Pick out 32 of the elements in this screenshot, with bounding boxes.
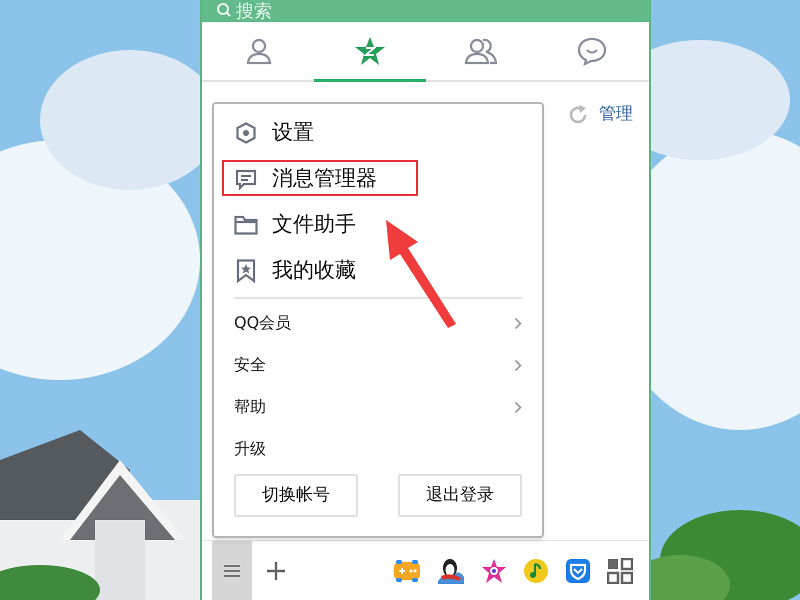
chevron-right-icon xyxy=(514,358,522,372)
menu-item[interactable]: 消息管理器 xyxy=(234,163,377,195)
menu-item[interactable]: 设置 xyxy=(234,117,314,149)
chevron-right-icon xyxy=(514,316,522,330)
shield-icon[interactable] xyxy=(565,558,591,584)
menu-item[interactable]: 文件助手 xyxy=(234,209,356,241)
menu-item[interactable]: 安全 xyxy=(214,344,542,386)
search-icon xyxy=(216,3,232,19)
game-icon[interactable] xyxy=(393,558,421,582)
flower-icon[interactable] xyxy=(481,558,507,584)
chat-icon xyxy=(576,36,608,66)
penguin-icon[interactable] xyxy=(437,556,465,584)
menu-item[interactable]: 帮助 xyxy=(214,386,542,428)
menu-item[interactable]: QQ会员 xyxy=(214,302,542,344)
plus-icon[interactable] xyxy=(266,560,286,580)
grid-icon[interactable] xyxy=(607,558,633,584)
settings-icon xyxy=(235,122,257,144)
manage-link[interactable]: 管理 xyxy=(599,102,633,128)
refresh-icon[interactable] xyxy=(567,104,589,126)
group-icon xyxy=(464,36,498,66)
star-icon xyxy=(354,34,386,66)
bookmark-icon xyxy=(236,259,256,283)
menu-button[interactable]: 切换帐号 xyxy=(234,474,358,517)
chevron-right-icon xyxy=(514,400,522,414)
message-icon xyxy=(235,168,257,190)
menu-button[interactable]: 退出登录 xyxy=(398,474,522,517)
menu-icon xyxy=(223,564,241,578)
folder-icon xyxy=(234,215,258,235)
menu-toggle[interactable] xyxy=(212,540,252,600)
menu-item[interactable]: 我的收藏 xyxy=(234,255,356,287)
music-icon[interactable] xyxy=(523,558,549,584)
menu-item[interactable]: 升级 xyxy=(214,428,542,470)
